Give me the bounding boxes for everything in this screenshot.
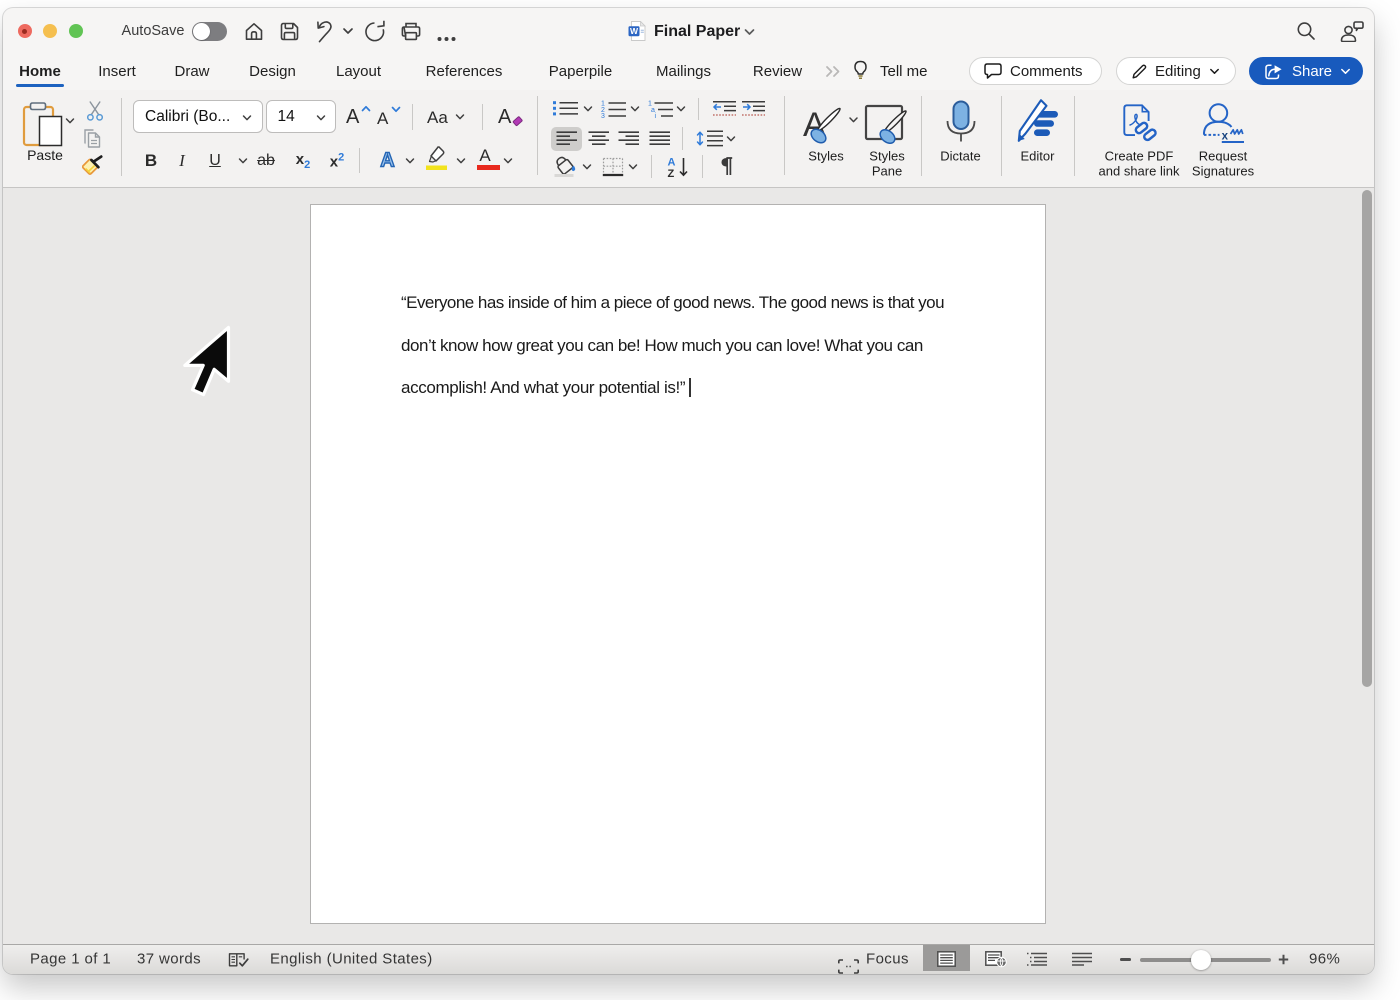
- svg-text:3: 3: [601, 113, 605, 118]
- svg-text:Z: Z: [668, 168, 675, 178]
- svg-text:W: W: [630, 26, 639, 36]
- svg-text:i: i: [655, 113, 657, 118]
- svg-text:A: A: [668, 156, 676, 168]
- svg-text:x: x: [1222, 131, 1229, 143]
